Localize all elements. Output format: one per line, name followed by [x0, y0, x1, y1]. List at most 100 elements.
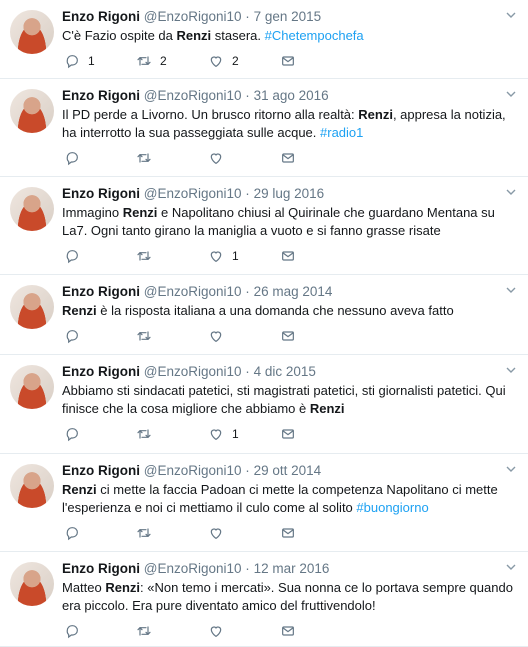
tweet-date[interactable]: 7 gen 2015 — [254, 9, 322, 24]
heart-icon — [208, 426, 232, 442]
hashtag-link[interactable]: #Chetempochefa — [265, 28, 364, 43]
chevron-down-icon[interactable] — [506, 285, 516, 295]
tweet[interactable]: Enzo Rigoni @EnzoRigoni10 · 7 gen 2015 C… — [0, 0, 528, 79]
heart-icon — [208, 150, 232, 166]
user-handle[interactable]: @EnzoRigoni10 — [144, 561, 242, 576]
display-name[interactable]: Enzo Rigoni — [62, 9, 140, 24]
display-name[interactable]: Enzo Rigoni — [62, 561, 140, 576]
like-button[interactable]: 2 — [208, 53, 280, 69]
message-button[interactable] — [280, 328, 352, 344]
avatar[interactable] — [10, 365, 54, 409]
like-button[interactable] — [208, 623, 280, 639]
tweet[interactable]: Enzo Rigoni @EnzoRigoni10 · 4 dic 2015 A… — [0, 355, 528, 454]
reply-button[interactable] — [64, 248, 136, 264]
message-button[interactable] — [280, 426, 352, 442]
reply-icon — [64, 53, 88, 69]
tweet-text: Renzi è la risposta italiana a una doman… — [62, 302, 518, 320]
tweet[interactable]: Enzo Rigoni @EnzoRigoni10 · 26 mag 2014 … — [0, 275, 528, 355]
reply-icon — [64, 150, 88, 166]
like-button[interactable] — [208, 150, 280, 166]
user-handle[interactable]: @EnzoRigoni10 — [144, 186, 242, 201]
retweet-icon — [136, 53, 160, 69]
like-button[interactable] — [208, 525, 280, 541]
retweet-button[interactable] — [136, 248, 208, 264]
tweet-actions — [64, 615, 518, 647]
chevron-down-icon[interactable] — [506, 187, 516, 197]
display-name[interactable]: Enzo Rigoni — [62, 364, 140, 379]
retweet-button[interactable]: 2 — [136, 53, 208, 69]
highlighted-keyword: Renzi — [358, 107, 393, 122]
retweet-button[interactable] — [136, 525, 208, 541]
tweet-text-segment: Immagino — [62, 205, 123, 220]
reply-button[interactable]: 1 — [64, 53, 136, 69]
reply-button[interactable] — [64, 525, 136, 541]
user-handle[interactable]: @EnzoRigoni10 — [144, 364, 242, 379]
chevron-down-icon[interactable] — [506, 89, 516, 99]
reply-button[interactable] — [64, 150, 136, 166]
message-button[interactable] — [280, 53, 352, 69]
tweet-text: Renzi ci mette la faccia Padoan ci mette… — [62, 481, 518, 517]
tweet-text-segment: Matteo — [62, 580, 106, 595]
display-name[interactable]: Enzo Rigoni — [62, 88, 140, 103]
user-handle[interactable]: @EnzoRigoni10 — [144, 463, 242, 478]
retweet-icon — [136, 623, 160, 639]
like-button[interactable]: 1 — [208, 426, 280, 442]
like-button[interactable] — [208, 328, 280, 344]
tweet-date[interactable]: 12 mar 2016 — [254, 561, 330, 576]
user-handle[interactable]: @EnzoRigoni10 — [144, 284, 242, 299]
message-button[interactable] — [280, 248, 352, 264]
reply-button[interactable] — [64, 623, 136, 639]
chevron-down-icon[interactable] — [506, 464, 516, 474]
display-name[interactable]: Enzo Rigoni — [62, 463, 140, 478]
tweet-text-segment: C'è Fazio ospite da — [62, 28, 177, 43]
tweet-date[interactable]: 26 mag 2014 — [254, 284, 333, 299]
hashtag-link[interactable]: #buongiorno — [356, 500, 428, 515]
highlighted-keyword: Renzi — [122, 205, 158, 220]
tweet-text: Immagino Renzi e Napolitano chiusi al Qu… — [62, 204, 518, 240]
user-handle[interactable]: @EnzoRigoni10 — [144, 88, 242, 103]
retweet-button[interactable] — [136, 623, 208, 639]
retweet-button[interactable] — [136, 328, 208, 344]
tweet[interactable]: Enzo Rigoni @EnzoRigoni10 · 29 ott 2014 … — [0, 454, 528, 552]
envelope-icon — [280, 53, 304, 69]
avatar[interactable] — [10, 285, 54, 329]
user-handle[interactable]: @EnzoRigoni10 — [144, 9, 242, 24]
tweet-header: Enzo Rigoni @EnzoRigoni10 · 31 ago 2016 — [62, 87, 518, 105]
avatar[interactable] — [10, 464, 54, 508]
heart-icon — [208, 53, 232, 69]
chevron-down-icon[interactable] — [506, 365, 516, 375]
avatar[interactable] — [10, 187, 54, 231]
display-name[interactable]: Enzo Rigoni — [62, 186, 140, 201]
chevron-down-icon[interactable] — [506, 562, 516, 572]
separator-dot: · — [245, 463, 250, 478]
tweet-date[interactable]: 31 ago 2016 — [254, 88, 329, 103]
tweet[interactable]: Enzo Rigoni @EnzoRigoni10 · 31 ago 2016 … — [0, 79, 528, 177]
separator-dot: · — [245, 561, 250, 576]
tweet[interactable]: Enzo Rigoni @EnzoRigoni10 · 29 lug 2016 … — [0, 177, 528, 275]
reply-button[interactable] — [64, 328, 136, 344]
retweet-count: 2 — [160, 54, 167, 68]
reply-button[interactable] — [64, 426, 136, 442]
avatar[interactable] — [10, 562, 54, 606]
envelope-icon — [280, 248, 304, 264]
message-button[interactable] — [280, 150, 352, 166]
message-button[interactable] — [280, 525, 352, 541]
avatar[interactable] — [10, 10, 54, 54]
tweet-date[interactable]: 29 ott 2014 — [254, 463, 322, 478]
tweet-text-segment: stasera. — [211, 28, 265, 43]
like-count: 1 — [232, 427, 239, 441]
tweet-date[interactable]: 4 dic 2015 — [254, 364, 316, 379]
message-button[interactable] — [280, 623, 352, 639]
envelope-icon — [280, 328, 304, 344]
retweet-icon — [136, 525, 160, 541]
like-button[interactable]: 1 — [208, 248, 280, 264]
display-name[interactable]: Enzo Rigoni — [62, 284, 140, 299]
tweet-date[interactable]: 29 lug 2016 — [254, 186, 325, 201]
highlighted-keyword: Renzi — [62, 303, 97, 318]
hashtag-link[interactable]: #radio1 — [320, 125, 363, 140]
retweet-button[interactable] — [136, 150, 208, 166]
chevron-down-icon[interactable] — [506, 10, 516, 20]
tweet[interactable]: Enzo Rigoni @EnzoRigoni10 · 12 mar 2016 … — [0, 552, 528, 647]
retweet-button[interactable] — [136, 426, 208, 442]
avatar[interactable] — [10, 89, 54, 133]
